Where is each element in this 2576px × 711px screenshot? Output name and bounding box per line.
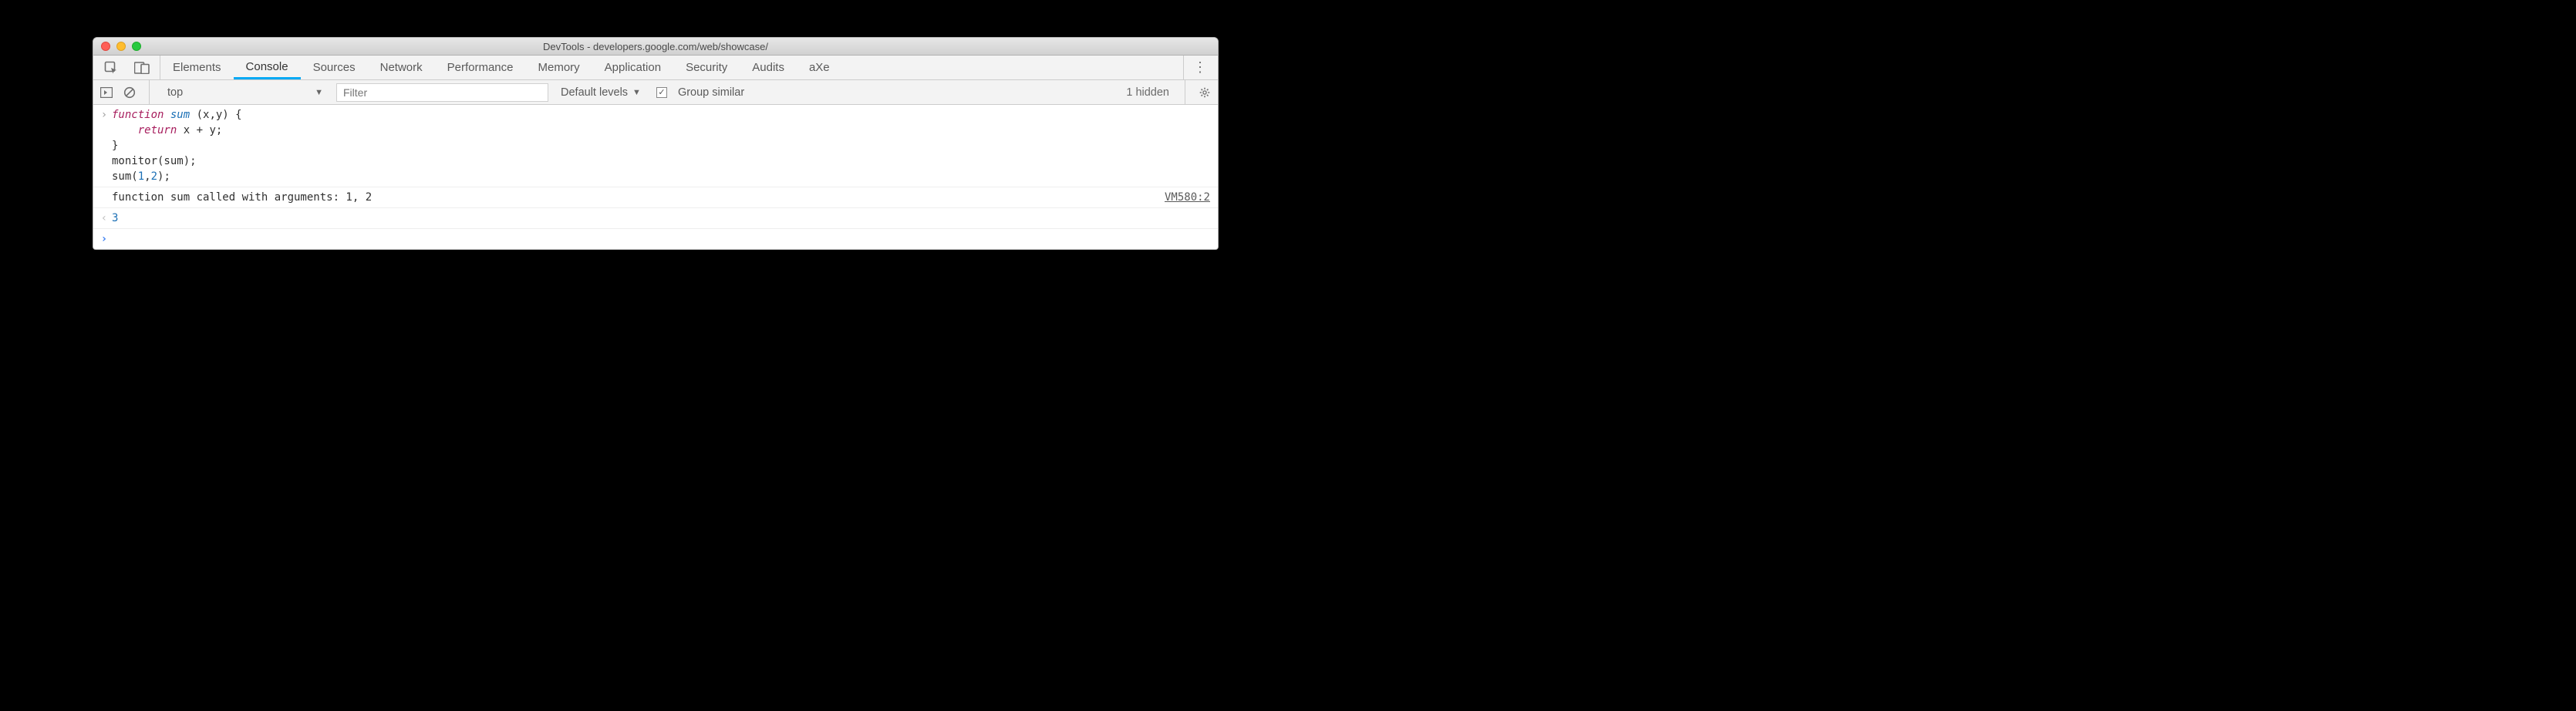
window-titlebar: DevTools - developers.google.com/web/sho… xyxy=(93,38,1218,56)
close-icon[interactable] xyxy=(101,42,110,51)
tab-security[interactable]: Security xyxy=(673,56,740,79)
filter-input[interactable] xyxy=(336,83,548,102)
console-prompt-row[interactable]: › xyxy=(93,229,1218,249)
tab-elements[interactable]: Elements xyxy=(160,56,234,79)
group-similar-checkbox[interactable]: ✓ xyxy=(656,87,667,98)
devtools-window: DevTools - developers.google.com/web/sho… xyxy=(93,37,1219,250)
window-title: DevTools - developers.google.com/web/sho… xyxy=(93,41,1218,52)
kebab-icon: ⋮ xyxy=(1193,59,1209,76)
log-levels-select[interactable]: Default levels ▼ xyxy=(555,86,641,99)
log-source-link[interactable]: VM580:2 xyxy=(1155,190,1210,205)
hidden-messages-count[interactable]: 1 hidden xyxy=(1126,86,1174,99)
divider xyxy=(149,80,150,104)
tab-performance[interactable]: Performance xyxy=(435,56,526,79)
tab-memory[interactable]: Memory xyxy=(526,56,592,79)
console-body: › function sum (x,y) { return x + y; } m… xyxy=(93,105,1218,249)
inspect-tools xyxy=(93,56,160,79)
device-toolbar-icon[interactable] xyxy=(133,59,150,76)
chevron-down-icon: ▼ xyxy=(632,88,641,97)
console-toolbar: top ▼ Default levels ▼ ✓ Group similar 1… xyxy=(93,80,1218,105)
console-input-row: › function sum (x,y) { return x + y; } m… xyxy=(93,105,1218,187)
console-settings-icon[interactable] xyxy=(1196,84,1213,101)
zoom-icon[interactable] xyxy=(132,42,141,51)
execution-context-select[interactable]: top ▼ xyxy=(160,83,330,103)
inspect-element-icon[interactable] xyxy=(103,59,120,76)
output-chevron-icon: ‹ xyxy=(101,212,107,224)
tab-console[interactable]: Console xyxy=(234,56,301,79)
result-value[interactable]: 3 xyxy=(112,211,1210,226)
tab-network[interactable]: Network xyxy=(368,56,435,79)
levels-label: Default levels xyxy=(561,86,628,99)
more-tools[interactable]: ⋮ xyxy=(1183,56,1218,79)
log-message[interactable]: function sum called with arguments: 1, 2 xyxy=(112,190,1155,205)
group-similar-label: Group similar xyxy=(673,86,744,99)
tab-strip: ElementsConsoleSourcesNetworkPerformance… xyxy=(160,56,1183,79)
minimize-icon[interactable] xyxy=(116,42,126,51)
console-input-code[interactable]: function sum (x,y) { return x + y; } mon… xyxy=(112,107,1210,184)
input-chevron-icon: › xyxy=(101,109,107,121)
tab-application[interactable]: Application xyxy=(592,56,673,79)
tab-axe[interactable]: aXe xyxy=(797,56,842,79)
prompt-chevron-icon: › xyxy=(101,233,107,245)
chevron-down-icon: ▼ xyxy=(315,88,323,97)
console-result-row: ‹ 3 xyxy=(93,208,1218,229)
window-controls xyxy=(93,42,141,51)
context-label: top xyxy=(167,86,183,99)
clear-console-icon[interactable] xyxy=(121,84,138,101)
panel-tabs: ElementsConsoleSourcesNetworkPerformance… xyxy=(93,56,1218,80)
tab-sources[interactable]: Sources xyxy=(301,56,368,79)
toggle-console-sidebar-icon[interactable] xyxy=(98,84,115,101)
tab-audits[interactable]: Audits xyxy=(740,56,797,79)
console-log-row: function sum called with arguments: 1, 2… xyxy=(93,187,1218,208)
